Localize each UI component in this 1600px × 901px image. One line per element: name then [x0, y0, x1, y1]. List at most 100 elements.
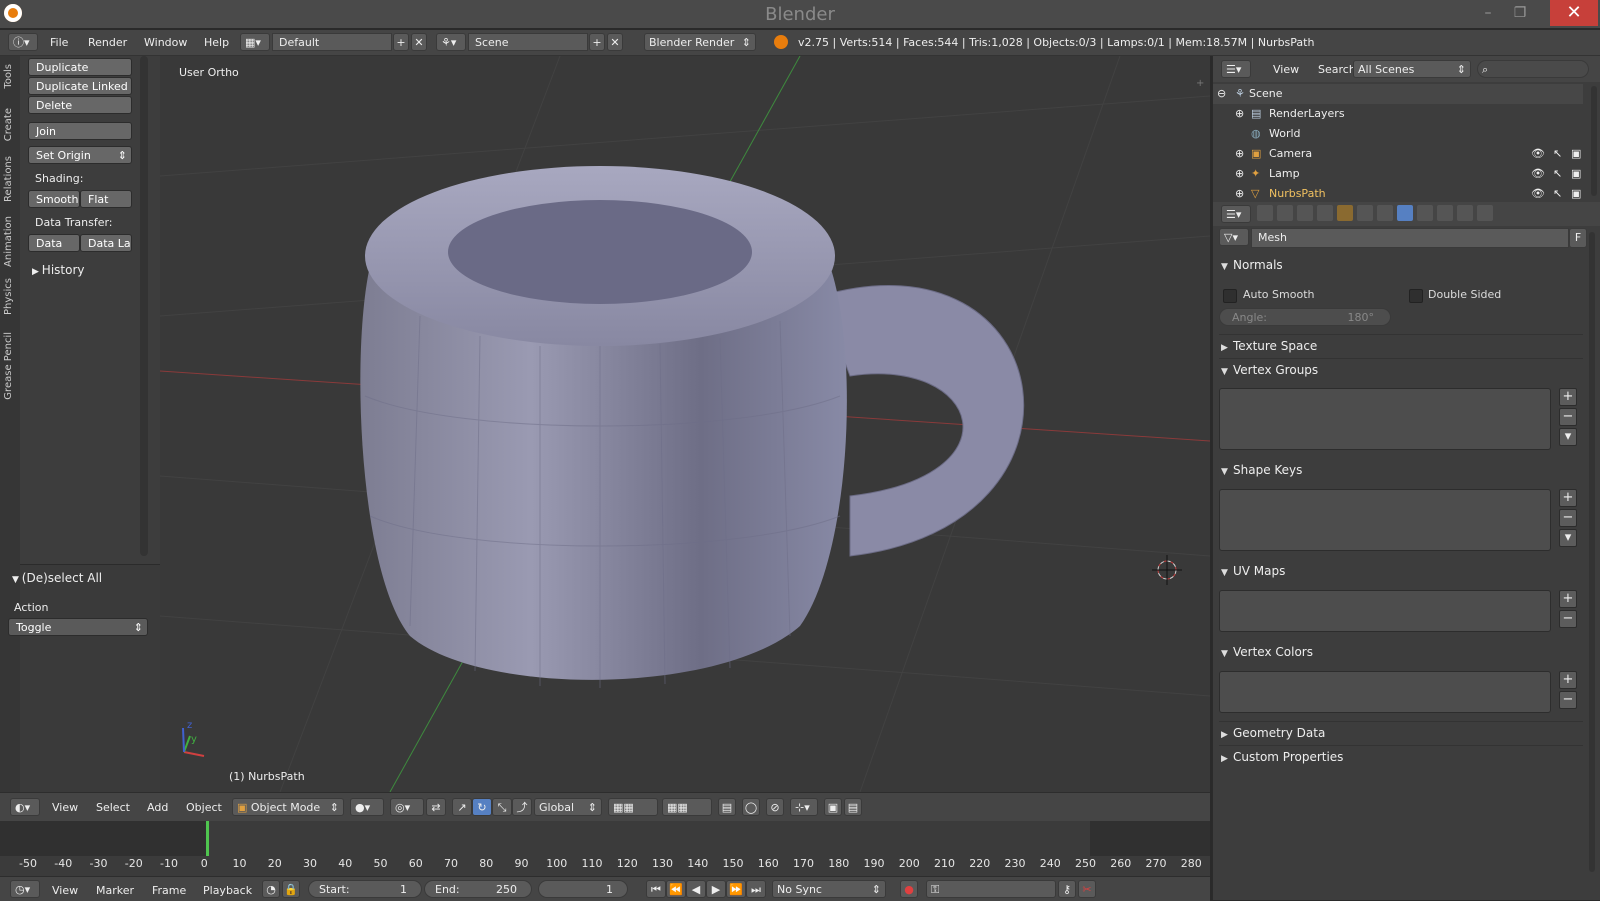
- physics-tab-icon[interactable]: [1477, 205, 1493, 221]
- viewport-shading-icon[interactable]: ●▾: [350, 798, 384, 816]
- auto-smooth-checkbox[interactable]: [1223, 289, 1237, 303]
- remove-shape-key-icon[interactable]: −: [1559, 509, 1577, 527]
- texture-space-panel-header[interactable]: ▶ Texture Space: [1221, 335, 1581, 357]
- 3d-viewport[interactable]: z y User Ortho (1) NurbsPath +: [160, 56, 1210, 792]
- properties-scrollbar[interactable]: [1589, 232, 1595, 872]
- viewport-expand-icon[interactable]: +: [1196, 78, 1204, 89]
- remove-vertex-color-icon[interactable]: −: [1559, 691, 1577, 709]
- lock-icon[interactable]: 🔒: [282, 880, 300, 898]
- shape-keys-panel-header[interactable]: ▼ Shape Keys: [1221, 459, 1581, 481]
- outliner-editor-type-icon[interactable]: ☰▾: [1221, 60, 1251, 78]
- menu-window[interactable]: Window: [144, 35, 187, 51]
- rotate-arc-icon[interactable]: ⤴: [512, 798, 532, 816]
- start-frame-field[interactable]: Start: 1: [308, 880, 422, 898]
- action-select[interactable]: Toggle ⇕: [8, 618, 148, 636]
- vertex-groups-panel-header[interactable]: ▼ Vertex Groups: [1221, 359, 1581, 381]
- double-sided-checkbox[interactable]: [1409, 289, 1423, 303]
- selectable-cursor-icon[interactable]: ↖: [1553, 144, 1562, 164]
- outliner-view-menu[interactable]: View: [1273, 62, 1299, 78]
- mesh-datablock-icon[interactable]: ▽▾: [1219, 228, 1249, 246]
- remove-layout-icon[interactable]: ✕: [411, 33, 427, 51]
- geometry-data-panel-header[interactable]: ▶ Geometry Data: [1221, 722, 1581, 744]
- viewport-canvas[interactable]: z y: [160, 56, 1210, 792]
- insert-keyframe-icon[interactable]: ⚷: [1058, 880, 1076, 898]
- timeline-view-menu[interactable]: View: [52, 883, 78, 899]
- object-tab-icon[interactable]: [1337, 205, 1353, 221]
- outliner-search-input[interactable]: ⌕: [1477, 60, 1589, 78]
- visibility-eye-icon[interactable]: 👁: [1531, 164, 1545, 184]
- layout-field[interactable]: Default: [272, 33, 392, 51]
- modifiers-tab-icon[interactable]: [1377, 205, 1393, 221]
- timeline[interactable]: -50 -40 -30 -20 -10 0 10 20 30 40 50 60 70 80 90 100 110…: [0, 821, 1210, 876]
- frame-menu[interactable]: Frame: [152, 883, 186, 899]
- snap-toggle-icon[interactable]: ⊘: [766, 798, 784, 816]
- playback-menu[interactable]: Playback: [203, 883, 252, 899]
- lock-layers-icon[interactable]: ▤: [718, 798, 736, 816]
- select-menu[interactable]: Select: [96, 800, 130, 816]
- history-panel-header[interactable]: ▶ History: [32, 263, 85, 277]
- tab-relations[interactable]: Relations: [3, 156, 14, 202]
- layers-grid-left[interactable]: ▦▦: [608, 798, 658, 816]
- shape-keys-list[interactable]: [1219, 489, 1551, 551]
- outliner-row-lamp[interactable]: ⊕ ✦ Lamp 👁 ↖ ▣: [1213, 164, 1583, 184]
- constraints-tab-icon[interactable]: [1357, 205, 1373, 221]
- data-tab-icon[interactable]: [1397, 205, 1413, 221]
- add-scene-icon[interactable]: +: [589, 33, 605, 51]
- outliner-row-nurbspath[interactable]: ⊕ ▽ NurbsPath 👁 ↖ ▣: [1213, 184, 1583, 202]
- jump-keyframe-forward-icon[interactable]: ⏩: [726, 880, 746, 898]
- normals-panel-header[interactable]: ▼ Normals: [1221, 254, 1581, 276]
- visibility-eye-icon[interactable]: 👁: [1531, 144, 1545, 164]
- render-toggle-icon[interactable]: ▣: [1571, 184, 1581, 202]
- selectable-cursor-icon[interactable]: ↖: [1553, 184, 1562, 202]
- scene-icon[interactable]: ⚘▾: [436, 33, 466, 51]
- tab-grease-pencil[interactable]: Grease Pencil: [3, 332, 14, 400]
- outliner-row-scene[interactable]: ⊖ ⚘ Scene: [1213, 84, 1583, 104]
- shape-key-specials-icon[interactable]: ▾: [1559, 529, 1577, 547]
- texture-tab-icon[interactable]: [1437, 205, 1453, 221]
- duplicate-button[interactable]: Duplicate: [28, 58, 132, 76]
- info-editor-type-icon[interactable]: ⓘ▾: [8, 33, 38, 51]
- smooth-button[interactable]: Smooth: [28, 190, 80, 208]
- layers-grid-right[interactable]: ▦▦: [662, 798, 712, 816]
- pivot-point-icon[interactable]: ◎▾: [390, 798, 424, 816]
- close-button[interactable]: ✕: [1550, 0, 1598, 26]
- menu-render[interactable]: Render: [88, 35, 127, 51]
- manipulator-toggle-icon[interactable]: ⇄: [426, 798, 446, 816]
- particles-tab-icon[interactable]: [1457, 205, 1473, 221]
- mesh-name-field[interactable]: Mesh: [1251, 228, 1569, 248]
- set-origin-select[interactable]: Set Origin ⇕: [28, 146, 132, 164]
- add-layout-icon[interactable]: +: [393, 33, 409, 51]
- render-preview-icon[interactable]: ▣: [824, 798, 842, 816]
- vertex-colors-panel-header[interactable]: ▼ Vertex Colors: [1221, 641, 1581, 663]
- orientation-select[interactable]: Global ⇕: [534, 798, 602, 816]
- tab-create[interactable]: Create: [3, 108, 14, 141]
- add-uv-map-icon[interactable]: +: [1559, 590, 1577, 608]
- keying-icon[interactable]: ◔: [262, 880, 280, 898]
- render-engine-select[interactable]: Blender Render ⇕: [644, 33, 756, 51]
- maximize-icon[interactable]: ❐: [1506, 2, 1534, 24]
- current-frame-field[interactable]: 1: [538, 880, 628, 898]
- current-frame-marker[interactable]: [206, 821, 209, 856]
- render-toggle-icon[interactable]: ▣: [1571, 164, 1581, 184]
- outliner-scrollbar[interactable]: [1591, 86, 1597, 196]
- jump-end-icon[interactable]: ⏭: [746, 880, 766, 898]
- custom-properties-panel-header[interactable]: ▶ Custom Properties: [1221, 746, 1581, 768]
- outliner-row-renderlayers[interactable]: ⊕ ▤ RenderLayers: [1213, 104, 1583, 124]
- jump-keyframe-back-icon[interactable]: ⏪: [666, 880, 686, 898]
- delete-button[interactable]: Delete: [28, 96, 132, 114]
- tab-animation[interactable]: Animation: [3, 216, 14, 267]
- render-animation-icon[interactable]: ▤: [844, 798, 862, 816]
- translate-manipulator-icon[interactable]: ↗: [452, 798, 472, 816]
- mug-handle[interactable]: [819, 284, 1025, 557]
- tab-tools[interactable]: Tools: [3, 64, 14, 89]
- menu-help[interactable]: Help: [204, 35, 229, 51]
- properties-editor-type-icon[interactable]: ☰▾: [1221, 205, 1251, 223]
- view3d-editor-type-icon[interactable]: ◐▾: [10, 798, 40, 816]
- play-reverse-icon[interactable]: ◀: [686, 880, 706, 898]
- uv-maps-list[interactable]: [1219, 590, 1551, 632]
- operator-panel-header[interactable]: ▼ (De)select All: [12, 571, 102, 585]
- keying-set-field[interactable]: ⚿: [926, 880, 1056, 898]
- scale-manipulator-icon[interactable]: ⤡: [492, 798, 512, 816]
- play-icon[interactable]: ▶: [706, 880, 726, 898]
- data-button[interactable]: Data: [28, 234, 80, 252]
